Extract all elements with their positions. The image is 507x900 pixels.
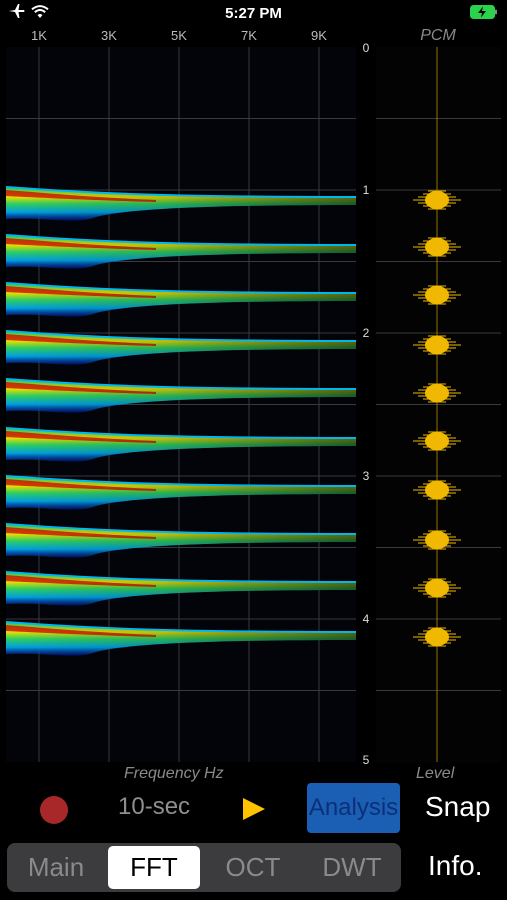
- analysis-button[interactable]: Analysis: [307, 783, 400, 833]
- spectrogram-bands: [6, 186, 356, 656]
- tab-oct[interactable]: OCT: [204, 843, 302, 892]
- time-axis: 0 1 2 3 4 5: [356, 41, 376, 767]
- pcm-waveform: [376, 47, 501, 762]
- spectrogram-plot: [6, 47, 356, 762]
- pcm-burst: [413, 383, 461, 403]
- spectrogram-band: [6, 378, 356, 413]
- pcm-burst: [413, 480, 461, 500]
- pcm-burst: [413, 237, 461, 257]
- pcm-burst: [413, 190, 461, 210]
- spectrogram-band: [6, 282, 356, 317]
- pcm-burst: [413, 530, 461, 550]
- pcm-label: PCM: [420, 27, 456, 44]
- tab-fft[interactable]: FFT: [108, 846, 200, 889]
- tab-main[interactable]: Main: [7, 843, 105, 892]
- pcm-burst: [413, 285, 461, 305]
- pcm-burst: [413, 578, 461, 598]
- time-tick: 1: [362, 183, 370, 197]
- spectrogram-band: [6, 571, 356, 606]
- freq-tick: 5K: [171, 28, 187, 43]
- status-time: 5:27 PM: [225, 5, 282, 22]
- status-bar: 5:27 PM: [0, 0, 507, 28]
- pcm-burst: [413, 335, 461, 355]
- info-button[interactable]: Info.: [428, 850, 482, 882]
- snap-button[interactable]: Snap: [425, 791, 490, 823]
- spectrogram-band: [6, 234, 356, 269]
- pcm-burst: [413, 627, 461, 647]
- spectrogram-band: [6, 330, 356, 365]
- duration-selector[interactable]: 10-sec: [118, 793, 190, 821]
- play-button[interactable]: [243, 798, 265, 820]
- freq-tick: 1K: [31, 28, 47, 43]
- pcm-panel: [376, 47, 501, 762]
- pcm-burst: [413, 431, 461, 451]
- mode-segmented-control: Main FFT OCT DWT: [7, 843, 401, 892]
- spectrogram-band: [6, 186, 356, 221]
- level-label: Level: [416, 765, 455, 782]
- spectrogram-band: [6, 621, 356, 656]
- freq-tick: 7K: [241, 28, 257, 43]
- spectrogram-band: [6, 475, 356, 510]
- time-tick: 5: [362, 753, 370, 767]
- freq-tick: 3K: [101, 28, 117, 43]
- frequency-axis-label: Frequency Hz: [124, 765, 224, 782]
- spectrogram-band: [6, 427, 356, 462]
- time-tick: 3: [362, 469, 370, 483]
- time-tick: 4: [362, 612, 370, 626]
- battery-charging-icon: [470, 5, 498, 24]
- spectrogram-band: [6, 523, 356, 558]
- tab-dwt[interactable]: DWT: [303, 843, 401, 892]
- frequency-ticks: 1K 3K 5K 7K 9K: [6, 28, 356, 46]
- control-bar: 10-sec Analysis Snap: [0, 783, 507, 833]
- time-tick: 0: [362, 41, 370, 55]
- record-button[interactable]: [40, 796, 68, 824]
- freq-tick: 9K: [311, 28, 327, 43]
- time-tick: 2: [362, 326, 370, 340]
- spectrogram-panel[interactable]: [6, 47, 356, 762]
